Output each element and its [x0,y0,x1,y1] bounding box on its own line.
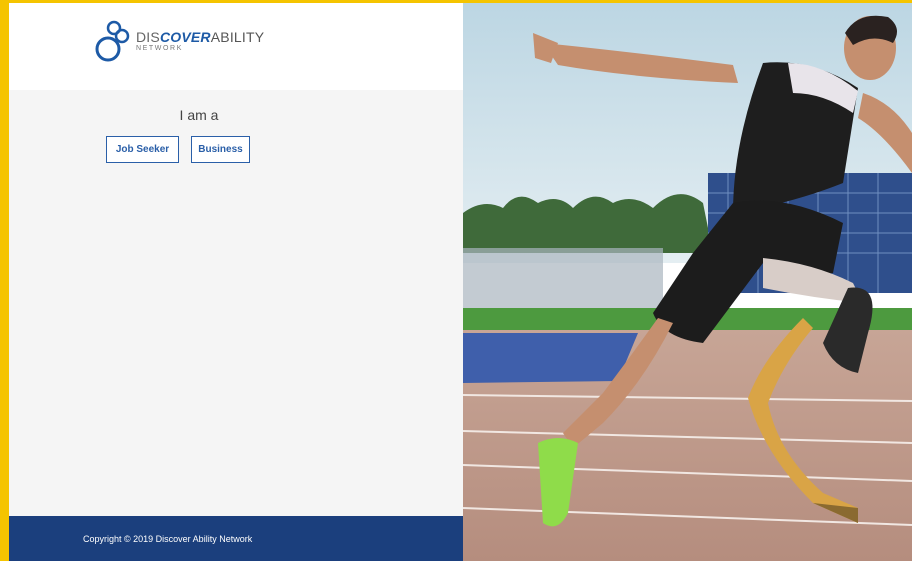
logo-emphasis: COVER [159,29,211,45]
logo-suffix: ABILITY [210,29,265,45]
page-frame: DISCOVERABILITY NETWORK I am a Job Seeke… [9,3,912,561]
footer: Copyright © 2019 Discover Ability Networ… [9,516,463,561]
header: DISCOVERABILITY NETWORK [9,3,463,90]
logo-prefix: DIS [136,29,160,45]
logo-subtitle: NETWORK [136,45,183,52]
copyright-text: Copyright © 2019 Discover Ability Networ… [83,534,253,544]
left-panel: DISCOVERABILITY NETWORK I am a Job Seeke… [9,3,463,561]
logo-text: DISCOVERABILITY NETWORK [136,30,264,52]
logo-title: DISCOVERABILITY [136,30,264,44]
logo[interactable]: DISCOVERABILITY NETWORK [94,17,264,65]
sprinter-with-prosthetic-leg-photo [463,3,912,561]
business-button[interactable]: Business [191,136,250,163]
job-seeker-button[interactable]: Job Seeker [106,136,179,163]
hero-image [463,3,912,561]
linked-circles-logo-icon [95,20,130,62]
role-prompt-label: I am a [179,107,219,123]
